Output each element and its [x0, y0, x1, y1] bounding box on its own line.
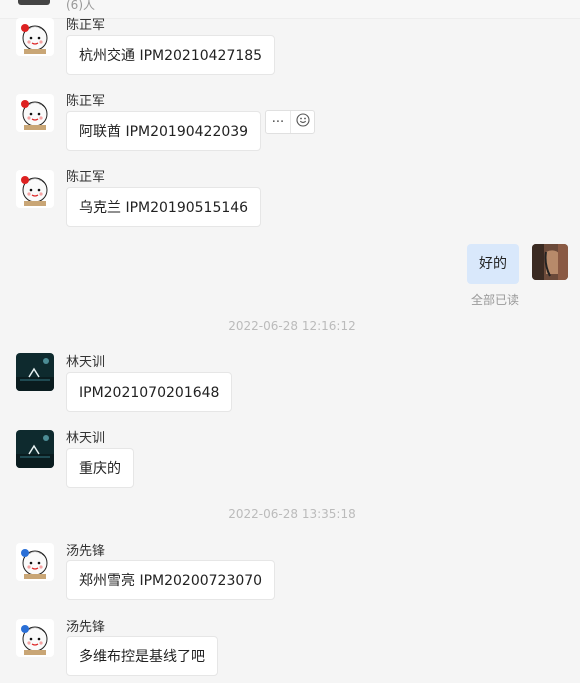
avatar[interactable] [16, 170, 54, 208]
member-count: (6)人 [66, 0, 95, 12]
message-bubble[interactable]: 重庆的 [66, 448, 134, 488]
sender-name: 林天训 [66, 355, 106, 370]
header-avatar-fragment [18, 0, 50, 5]
more-button[interactable]: ··· [266, 111, 290, 133]
sender-name: 陈正军 [66, 170, 106, 185]
self-message-bubble[interactable]: 好的 [467, 244, 519, 284]
smile-icon [295, 113, 310, 131]
avatar[interactable] [16, 430, 54, 468]
timestamp-divider: 2022-06-28 13:35:18 [228, 507, 356, 521]
message-bubble[interactable]: 多维布控是基线了吧 [66, 636, 218, 676]
message-bubble[interactable]: 郑州雪亮 IPM20200723070 [66, 560, 276, 600]
sender-name: 陈正军 [66, 18, 106, 33]
message-bubble[interactable]: 乌克兰 IPM20190515146 [66, 187, 262, 227]
sender-name: 陈正军 [66, 94, 106, 109]
read-status: 全部已读 [471, 293, 520, 307]
avatar[interactable] [16, 353, 54, 391]
avatar[interactable] [16, 94, 54, 132]
message-hover-toolbar: ··· [265, 110, 315, 134]
message-bubble[interactable]: IPM2021070201648 [66, 372, 233, 412]
self-avatar[interactable] [532, 244, 568, 280]
avatar[interactable] [16, 18, 54, 56]
emoji-button[interactable] [290, 111, 314, 133]
sender-name: 汤先锋 [66, 620, 106, 635]
sender-name: 林天训 [66, 431, 106, 446]
message-bubble[interactable]: 杭州交通 IPM20210427185 [66, 35, 276, 75]
sender-name: 汤先锋 [66, 544, 106, 559]
avatar[interactable] [16, 543, 54, 581]
avatar[interactable] [16, 619, 54, 657]
timestamp-divider: 2022-06-28 12:16:12 [228, 319, 356, 333]
message-bubble[interactable]: 阿联酋 IPM20190422039 [66, 111, 262, 151]
